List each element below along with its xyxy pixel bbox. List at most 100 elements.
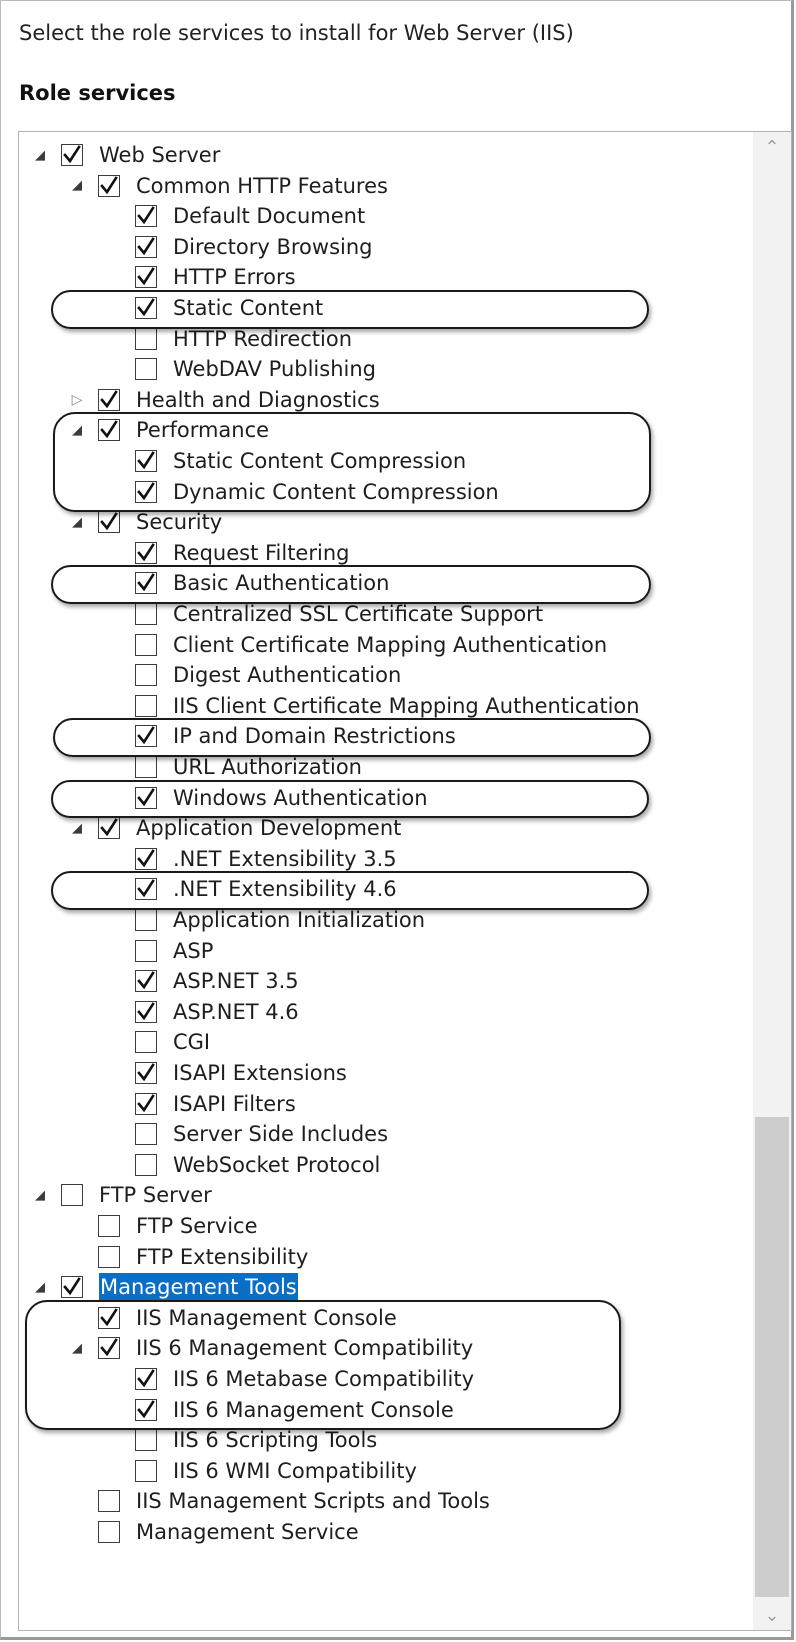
tree-row[interactable]: Client Certificate Mapping Authenticatio… <box>19 629 751 661</box>
role-checkbox[interactable] <box>135 633 157 656</box>
role-label[interactable]: IIS 6 Metabase Compatibility <box>173 1365 474 1393</box>
role-checkbox[interactable] <box>135 480 157 503</box>
scroll-up-icon[interactable]: ⌃ <box>753 132 791 162</box>
role-checkbox[interactable] <box>135 1398 157 1421</box>
tree-row[interactable]: ASP.NET 3.5 <box>19 965 751 997</box>
tree-row[interactable]: WebDAV Publishing <box>19 353 751 385</box>
tree-row[interactable]: Application Initialization <box>19 904 751 936</box>
role-label[interactable]: .NET Extensibility 3.5 <box>173 845 397 873</box>
triangle-collapsed-icon[interactable]: ▷ <box>68 391 86 409</box>
role-label[interactable]: HTTP Redirection <box>173 325 352 353</box>
tree-row[interactable]: IIS 6 WMI Compatibility <box>19 1455 751 1487</box>
role-label[interactable]: Application Initialization <box>173 906 425 934</box>
tree-row[interactable]: CGI <box>19 1026 751 1058</box>
role-label[interactable]: Management Tools <box>99 1273 298 1302</box>
role-checkbox[interactable] <box>135 725 157 748</box>
role-checkbox[interactable] <box>135 1429 157 1452</box>
role-label[interactable]: IIS 6 Management Compatibility <box>136 1334 473 1362</box>
triangle-expanded-icon[interactable]: ◢ <box>68 1339 86 1357</box>
tree-row[interactable]: .NET Extensibility 3.5 <box>19 843 751 875</box>
tree-row[interactable]: ◢ IIS 6 Management Compatibility <box>19 1332 751 1364</box>
role-label[interactable]: IIS 6 WMI Compatibility <box>173 1457 417 1485</box>
role-label[interactable]: FTP Service <box>136 1212 258 1240</box>
role-label[interactable]: Dynamic Content Compression <box>173 478 499 506</box>
role-checkbox[interactable] <box>135 1368 157 1390</box>
scroll-down-icon[interactable]: ⌄ <box>753 1600 791 1630</box>
role-checkbox[interactable] <box>135 878 157 901</box>
role-label[interactable]: Directory Browsing <box>173 233 372 261</box>
tree-row[interactable]: ◢ FTP Server <box>19 1179 751 1211</box>
tree-row[interactable]: Static Content Compression <box>19 445 751 477</box>
role-checkbox[interactable] <box>135 266 157 289</box>
role-checkbox[interactable] <box>135 909 157 931</box>
role-checkbox[interactable] <box>98 817 120 840</box>
tree-row[interactable]: ◢ Application Development <box>19 812 751 844</box>
role-label[interactable]: IIS Client Certificate Mapping Authentic… <box>173 692 640 720</box>
role-label[interactable]: Security <box>136 508 222 536</box>
triangle-expanded-icon[interactable]: ◢ <box>31 1278 49 1296</box>
role-checkbox[interactable] <box>135 847 157 870</box>
tree-row[interactable]: ▷ Health and Diagnostics <box>19 384 751 416</box>
role-label[interactable]: ISAPI Filters <box>173 1090 296 1118</box>
role-label[interactable]: Static Content Compression <box>173 447 466 475</box>
tree-row[interactable]: ◢ Performance <box>19 414 751 446</box>
role-checkbox[interactable] <box>135 970 157 993</box>
role-label[interactable]: ISAPI Extensions <box>173 1059 347 1087</box>
triangle-expanded-icon[interactable]: ◢ <box>68 177 86 195</box>
tree-row[interactable]: IIS 6 Metabase Compatibility <box>19 1363 751 1395</box>
role-checkbox[interactable] <box>61 1276 83 1299</box>
tree-row[interactable]: Server Side Includes <box>19 1118 751 1150</box>
role-checkbox[interactable] <box>135 939 157 962</box>
role-label[interactable]: Request Filtering <box>173 539 349 567</box>
role-checkbox[interactable] <box>135 450 157 472</box>
tree-row[interactable]: FTP Service <box>19 1210 751 1242</box>
scrollbar-thumb[interactable] <box>755 1117 789 1597</box>
role-label[interactable]: Client Certificate Mapping Authenticatio… <box>173 631 607 659</box>
role-label[interactable]: Static Content <box>173 294 323 322</box>
role-label[interactable]: WebDAV Publishing <box>173 355 376 383</box>
role-checkbox[interactable] <box>135 603 157 625</box>
role-label[interactable]: URL Authorization <box>173 753 362 781</box>
role-label[interactable]: IIS 6 Scripting Tools <box>173 1426 377 1454</box>
role-label[interactable]: Performance <box>136 416 269 444</box>
tree-row[interactable]: ◢ Web Server <box>19 139 751 171</box>
role-checkbox[interactable] <box>98 1306 120 1329</box>
role-label[interactable]: Management Service <box>136 1518 359 1546</box>
tree-row[interactable]: IIS 6 Management Console <box>19 1394 751 1426</box>
role-checkbox[interactable] <box>135 1031 157 1054</box>
role-label[interactable]: Basic Authentication <box>173 569 389 597</box>
role-checkbox[interactable] <box>135 541 157 564</box>
role-label[interactable]: HTTP Errors <box>173 263 296 291</box>
tree-row[interactable]: Digest Authentication <box>19 659 751 691</box>
role-services-tree[interactable]: ⌃ ⌄ ◢ Web Server ◢ Common HTTP Features Defa… <box>18 131 792 1631</box>
role-label[interactable]: Default Document <box>173 202 365 230</box>
role-checkbox[interactable] <box>135 205 157 228</box>
role-label[interactable]: IIS Management Scripts and Tools <box>136 1487 490 1515</box>
tree-row[interactable]: Request Filtering <box>19 537 751 569</box>
role-label[interactable]: Digest Authentication <box>173 661 401 689</box>
tree-row[interactable]: ◢ Management Tools <box>19 1271 751 1303</box>
tree-row[interactable]: Basic Authentication <box>19 567 751 599</box>
role-checkbox[interactable] <box>135 1062 157 1084</box>
role-checkbox[interactable] <box>98 1337 120 1360</box>
triangle-expanded-icon[interactable]: ◢ <box>31 146 49 164</box>
tree-row[interactable]: URL Authorization <box>19 751 751 783</box>
role-checkbox[interactable] <box>135 756 157 778</box>
role-checkbox[interactable] <box>135 235 157 258</box>
role-checkbox[interactable] <box>135 327 157 350</box>
tree-row[interactable]: HTTP Errors <box>19 261 751 293</box>
tree-row[interactable]: IIS Management Console <box>19 1302 751 1334</box>
role-checkbox[interactable] <box>135 358 157 381</box>
role-checkbox[interactable] <box>135 694 157 717</box>
tree-row[interactable]: ◢ Security <box>19 506 751 538</box>
role-label[interactable]: Common HTTP Features <box>136 172 388 200</box>
role-checkbox[interactable] <box>98 1245 120 1268</box>
role-label[interactable]: Centralized SSL Certificate Support <box>173 600 543 628</box>
role-checkbox[interactable] <box>135 1153 157 1176</box>
role-checkbox[interactable] <box>98 388 120 411</box>
role-checkbox[interactable] <box>98 1490 120 1513</box>
tree-row[interactable]: ASP.NET 4.6 <box>19 996 751 1028</box>
tree-row[interactable]: IIS 6 Scripting Tools <box>19 1424 751 1456</box>
tree-row[interactable]: Dynamic Content Compression <box>19 476 751 508</box>
role-label[interactable]: FTP Server <box>99 1181 212 1209</box>
